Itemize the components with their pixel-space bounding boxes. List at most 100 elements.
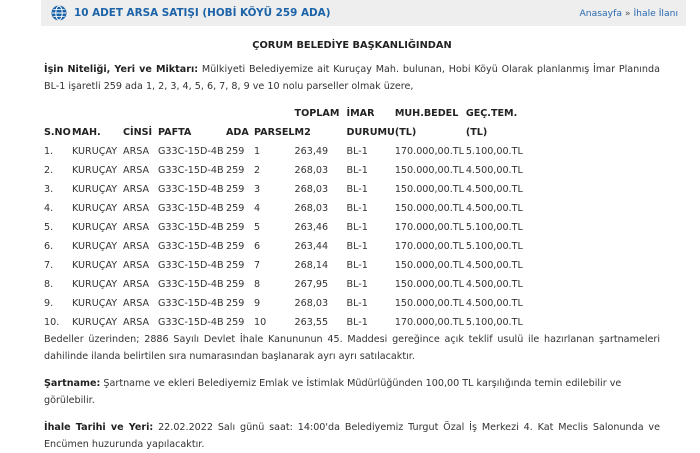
table-cell: 170.000,00.TL — [394, 241, 465, 252]
table-cell: 5.100,00.TL — [465, 317, 523, 328]
table-cell: 4 — [254, 203, 261, 214]
table-cell: 9 — [254, 298, 261, 309]
table-cell: BL-1 — [346, 279, 368, 290]
table-cell: 259 — [226, 260, 245, 271]
table-cell: 8 — [254, 279, 261, 290]
table-cell: G33C-15D-4B — [158, 222, 224, 233]
table-cell: 6 — [254, 241, 261, 252]
parcel-table: TOPLAM İMAR MUH.BEDEL GEÇ.TEM. S.NO MAH. CİNS… — [44, 100, 536, 328]
table-cell: KURUÇAY — [72, 260, 118, 271]
table-cell: 259 — [226, 203, 245, 214]
table-cell: 3 — [254, 184, 261, 195]
table-header-top-cell: MUH.BEDEL — [394, 108, 459, 119]
table-header-cell: CİNSİ — [123, 127, 153, 138]
table-cell: 4. — [44, 203, 54, 214]
table-cell: 259 — [226, 146, 245, 157]
table-cell: 259 — [226, 298, 245, 309]
table-cell: 5.100,00.TL — [465, 241, 523, 252]
table-cell: ARSA — [123, 165, 150, 176]
table-cell: 150.000,00.TL — [394, 260, 465, 271]
table-cell: 268,14 — [294, 260, 329, 271]
table-cell: 170.000,00.TL — [394, 146, 465, 157]
table-header-top-cell — [123, 100, 158, 119]
table-header-top-cell: TOPLAM — [294, 108, 340, 119]
table-header-top-cell — [254, 100, 295, 119]
table-cell: BL-1 — [346, 184, 368, 195]
table-cell: ARSA — [123, 222, 150, 233]
table-cell: G33C-15D-4B — [158, 165, 224, 176]
table-cell: BL-1 — [346, 241, 368, 252]
table-cell: 8. — [44, 279, 54, 290]
table-cell: ARSA — [123, 203, 150, 214]
table-cell: ARSA — [123, 184, 150, 195]
table-header-cell: DURUMU — [346, 127, 395, 138]
table-body: 1. KURUÇAY ARSA G33C-15D-4B 259 1 263,49 BL-1 17… — [44, 138, 536, 328]
table-cell: 9. — [44, 298, 54, 309]
table-cell: KURUÇAY — [72, 222, 118, 233]
table-header-row-bottom: S.NO MAH. CİNSİ PAFTA ADA PARSEL M2 DURUMU (TL)(… — [44, 119, 536, 138]
table-cell: G33C-15D-4B — [158, 260, 224, 271]
table-row: 9. KURUÇAY ARSA G33C-15D-4B 259 9 268,03 BL-1 15… — [44, 290, 536, 309]
breadcrumb: Anasayfa » İhale İlanı — [580, 8, 679, 19]
table-cell: 170.000,00.TL — [394, 222, 465, 233]
table-cell: KURUÇAY — [72, 203, 118, 214]
table-cell: KURUÇAY — [72, 165, 118, 176]
table-cell: ARSA — [123, 298, 150, 309]
table-cell: KURUÇAY — [72, 317, 118, 328]
table-cell: 150.000,00.TL — [394, 298, 465, 309]
sartname-label: Şartname: — [44, 378, 101, 389]
table-cell: 1 — [254, 146, 261, 157]
table-row: 5. KURUÇAY ARSA G33C-15D-4B 259 5 263,46 BL-1 17… — [44, 214, 536, 233]
table-header-top-cell: İMAR — [346, 108, 375, 119]
table-cell: G33C-15D-4B — [158, 317, 224, 328]
table-cell: 5 — [254, 222, 261, 233]
table-cell: 4.500,00.TL — [465, 279, 523, 290]
table-cell: G33C-15D-4B — [158, 241, 224, 252]
table-cell: G33C-15D-4B — [158, 184, 224, 195]
table-header-cell: M2 — [294, 127, 311, 138]
table-cell: BL-1 — [346, 317, 368, 328]
table-cell: 263,49 — [294, 146, 329, 157]
table-cell: ARSA — [123, 279, 150, 290]
table-cell: 150.000,00.TL — [394, 203, 465, 214]
table-cell: BL-1 — [346, 222, 368, 233]
intro-label: İşin Niteliği, Yeri ve Miktarı: — [44, 64, 199, 75]
table-cell: 1. — [44, 146, 54, 157]
breadcrumb-home-link[interactable]: Anasayfa — [580, 8, 622, 19]
sartname-text: Şartname ve ekleri Belediyemiz Emlak ve … — [44, 378, 622, 406]
table-header-top-cell — [226, 100, 254, 119]
table-cell: KURUÇAY — [72, 146, 118, 157]
table-row: 2. KURUÇAY ARSA G33C-15D-4B 259 2 268,03 BL-1 15… — [44, 157, 536, 176]
table-cell: 259 — [226, 279, 245, 290]
table-cell: 2. — [44, 165, 54, 176]
table-cell: G33C-15D-4B — [158, 279, 224, 290]
table-header-cell: PARSEL — [254, 127, 295, 138]
table-cell: ARSA — [123, 146, 150, 157]
table-cell: BL-1 — [346, 260, 368, 271]
table-header-top-cell — [158, 100, 226, 119]
breadcrumb-current-link[interactable]: İhale İlanı — [633, 8, 678, 19]
table-cell: KURUÇAY — [72, 241, 118, 252]
table-cell: 263,46 — [294, 222, 329, 233]
table-cell: 4.500,00.TL — [465, 184, 523, 195]
table-row: 6. KURUÇAY ARSA G33C-15D-4B 259 6 263,44 BL-1 17… — [44, 233, 536, 252]
table-row: 4. KURUÇAY ARSA G33C-15D-4B 259 4 268,03 BL-1 15… — [44, 195, 536, 214]
ihale-paragraph: İhale Tarihi ve Yeri: 22.02.2022 Salı gü… — [44, 419, 660, 453]
table-cell: 268,03 — [294, 165, 329, 176]
table-cell: 3. — [44, 184, 54, 195]
table-header-cell: MAH. — [72, 127, 101, 138]
table-header-cell: PAFTA — [158, 127, 192, 138]
table-row: 1. KURUÇAY ARSA G33C-15D-4B 259 1 263,49 BL-1 17… — [44, 138, 536, 157]
table-cell: 4.500,00.TL — [465, 298, 523, 309]
globe-icon — [51, 5, 67, 21]
sartname-paragraph: Şartname: Şartname ve ekleri Belediyemiz… — [44, 375, 660, 409]
table-cell: 10. — [44, 317, 60, 328]
table-header-top-cell — [44, 100, 72, 119]
table-cell: BL-1 — [346, 203, 368, 214]
table-cell: 150.000,00.TL — [394, 165, 465, 176]
table-row: 8. KURUÇAY ARSA G33C-15D-4B 259 8 267,95 BL-1 15… — [44, 271, 536, 290]
table-cell: BL-1 — [346, 165, 368, 176]
bedeller-paragraph: Bedeller üzerinden; 2886 Sayılı Devlet İ… — [44, 334, 660, 362]
table-header-cell: ADA — [226, 127, 249, 138]
table-header-cell: (TL) — [465, 127, 488, 138]
